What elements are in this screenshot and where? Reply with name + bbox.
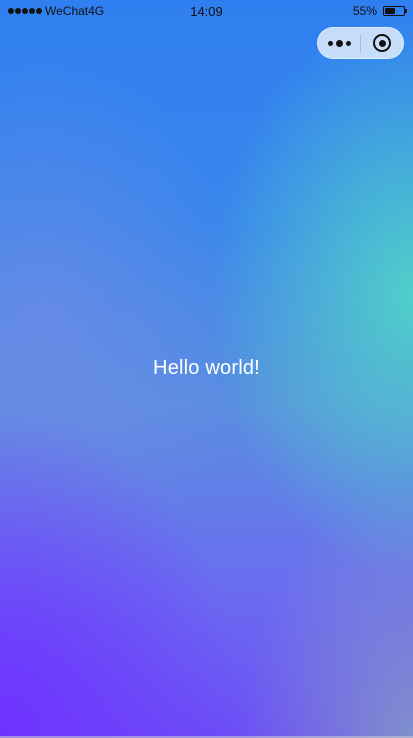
status-bar: WeChat4G 14:09 55% [0, 0, 413, 22]
hello-text: Hello world! [153, 357, 260, 379]
status-time: 14:09 [190, 4, 223, 19]
battery-fill [385, 8, 395, 14]
more-dots-icon [327, 39, 351, 47]
more-button[interactable] [318, 28, 360, 58]
miniprogram-capsule [317, 27, 404, 59]
battery-icon [383, 6, 407, 16]
status-right: 55% [352, 4, 407, 18]
battery-percent: 55% [352, 4, 377, 18]
battery-cap [405, 9, 407, 13]
app-screen: WeChat4G 14:09 55% Hello world! [0, 0, 413, 738]
target-circle-icon [373, 34, 391, 52]
close-button[interactable] [361, 28, 403, 58]
